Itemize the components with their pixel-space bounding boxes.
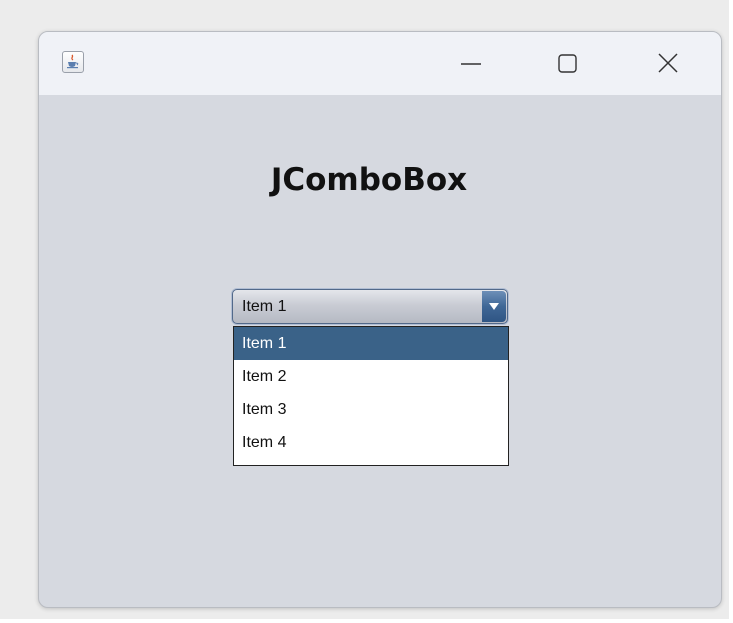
chevron-down-icon xyxy=(489,303,499,310)
java-cup-icon[interactable] xyxy=(62,51,84,73)
maximize-icon xyxy=(558,54,577,73)
minimize-button[interactable] xyxy=(448,44,494,84)
dropdown-option-item-1[interactable]: Item 1 xyxy=(234,327,508,360)
combo-arrow-button[interactable] xyxy=(482,291,506,322)
combo-box[interactable]: Item 1 xyxy=(232,289,508,324)
title-bar[interactable] xyxy=(39,32,721,95)
desktop-edge-bottom xyxy=(0,619,733,623)
maximize-button[interactable] xyxy=(545,44,591,84)
combo-selected-value: Item 1 xyxy=(242,298,287,315)
close-button[interactable] xyxy=(645,44,691,84)
page-title: JComboBox xyxy=(270,162,468,198)
dropdown-option-item-3[interactable]: Item 3 xyxy=(234,393,508,426)
combo-dropdown-list: Item 1 Item 2 Item 3 Item 4 xyxy=(233,326,509,466)
desktop-edge-right xyxy=(729,0,733,623)
close-icon xyxy=(658,53,678,73)
dropdown-option-item-4[interactable]: Item 4 xyxy=(234,426,508,459)
minimize-icon xyxy=(461,63,481,65)
dropdown-option-item-2[interactable]: Item 2 xyxy=(234,360,508,393)
app-window: JComboBox Item 1 Item 1 Item 2 Item 3 It… xyxy=(38,31,722,608)
